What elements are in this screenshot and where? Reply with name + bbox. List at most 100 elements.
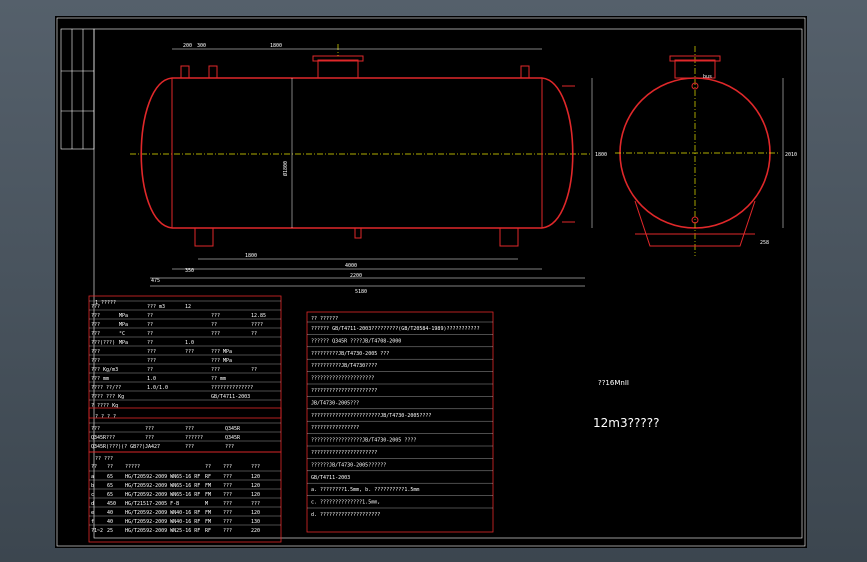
requirement-row: ?????? Q345R ????JB/T4708-2000 bbox=[311, 338, 401, 344]
table-cell: 450 bbox=[107, 501, 116, 507]
table-cell: ??? bbox=[91, 358, 100, 364]
table-header-cell: ?? bbox=[107, 464, 113, 470]
table-cell: 25 bbox=[107, 528, 113, 534]
table-cell: ?1~2 bbox=[91, 528, 103, 534]
requirement-row: d. ???????????????????? bbox=[311, 512, 380, 518]
requirement-row: ?????? GB/T4711-2003?????????(GB/T20584-… bbox=[311, 326, 480, 332]
table-cell: c bbox=[91, 492, 94, 498]
left-head bbox=[140, 77, 173, 229]
table-cell: 1.0 bbox=[147, 376, 156, 382]
table-cell: Q345R(???)(? GB??) bbox=[91, 444, 145, 450]
requirement-row: GB/T4711-2003 bbox=[311, 475, 350, 481]
table-cell: ??? bbox=[91, 331, 100, 337]
table-cell: HG/T20592-2009 WN65-16 RF bbox=[125, 474, 200, 480]
design-data-table: 1 ????? ?????? m3 12??? MPa????? 12.85??? M… bbox=[88, 295, 282, 543]
dim-bot-1: 1800 bbox=[245, 253, 257, 259]
table-cell: °C bbox=[119, 331, 125, 337]
table-cell: HG/T21517-2005 F-B bbox=[125, 501, 179, 507]
table-cell: 1.0 bbox=[185, 340, 194, 346]
table-cell: RF bbox=[205, 528, 211, 534]
table-cell: 65 bbox=[107, 492, 113, 498]
saddle-left bbox=[194, 227, 214, 247]
requirement-row: ??????????JB/T4730???? bbox=[311, 363, 377, 369]
requirement-row: ?????????????????????? bbox=[311, 388, 377, 394]
table-cell: ???(???) bbox=[91, 340, 115, 346]
table-cell: ??? bbox=[91, 304, 100, 310]
table-cell: 120 bbox=[251, 492, 260, 498]
table-header-cell: ??? bbox=[223, 464, 232, 470]
dim-bot-3: 2200 bbox=[350, 273, 362, 279]
title-main: 12m3????? bbox=[593, 416, 659, 430]
table-cell: ??? MPa bbox=[211, 358, 232, 364]
table-cell: ??? Kg/m3 bbox=[91, 367, 118, 373]
table-cell: ??? bbox=[225, 444, 234, 450]
table-cell: HG/T20592-2009 WN40-16 RF bbox=[125, 519, 200, 525]
dim-bot-4: 5180 bbox=[355, 289, 367, 295]
table-cell: ?? bbox=[147, 340, 153, 346]
drawing-sheet: 200 300 1800 1800 4000 2200 5180 475 350… bbox=[55, 16, 807, 548]
requirement-row: ????????????????????? bbox=[311, 376, 374, 382]
table-cell: HG/T20592-2009 WN25-16 RF bbox=[125, 528, 200, 534]
table-cell: ?? bbox=[211, 322, 217, 328]
table-cell: f bbox=[91, 519, 94, 525]
table-cell: HG/T20592-2009 WN40-16 RF bbox=[125, 510, 200, 516]
table-cell: ?? mm bbox=[211, 376, 226, 382]
requirement-row: c. ??????????????1.5mm, bbox=[311, 500, 380, 506]
section3-title: ?? ??? bbox=[95, 456, 113, 462]
table-cell: e bbox=[91, 510, 94, 516]
table-cell: Q345R bbox=[225, 435, 241, 441]
dim-height: Ø1800 bbox=[282, 161, 289, 176]
requirement-row: ?????????????????JB/T4730-2005 ???? bbox=[311, 438, 416, 444]
dim-bot-2: 4000 bbox=[345, 263, 357, 269]
requirement-row: ?????????JB/T4730-2005 ??? bbox=[311, 351, 389, 357]
requirement-row: ??????JB/T4730-2005?????? bbox=[311, 462, 386, 468]
table-cell: MPa bbox=[119, 340, 128, 346]
table-cell: RF bbox=[205, 474, 211, 480]
requirement-row: ???????????????????????JB/T4730-2005???? bbox=[311, 413, 431, 419]
table-cell: ??? bbox=[223, 501, 232, 507]
table-cell: FM bbox=[205, 492, 211, 498]
dim-right: 1800 bbox=[595, 152, 607, 158]
table-cell: 120 bbox=[251, 474, 260, 480]
requirement-row: ???????????????? bbox=[311, 425, 359, 431]
cad-viewport[interactable]: 200 300 1800 1800 4000 2200 5180 475 350… bbox=[0, 0, 867, 562]
table-cell: ??? bbox=[223, 519, 232, 525]
table-header-cell: ????? bbox=[125, 464, 140, 470]
table-cell: Q345R bbox=[225, 426, 241, 432]
table-cell: HG/T20592-2009 WN65-16 RF bbox=[125, 492, 200, 498]
table-cell: ??? bbox=[223, 510, 232, 516]
side-dim-bottom: 258 bbox=[760, 240, 769, 246]
table-cell: ?? bbox=[147, 313, 153, 319]
table-cell: ?????? bbox=[185, 435, 203, 441]
table-cell: HG/T20592-2009 WN65-16 RF bbox=[125, 483, 200, 489]
dim-left: 475 bbox=[151, 278, 160, 284]
nozzle-bottom bbox=[354, 227, 362, 239]
nozzle-c bbox=[208, 65, 218, 79]
table-cell: ?? bbox=[147, 331, 153, 337]
left-strip bbox=[60, 28, 95, 150]
table-cell: ??? bbox=[223, 474, 232, 480]
table-cell: 120 bbox=[251, 510, 260, 516]
nozzle-b bbox=[180, 65, 190, 79]
table-cell: 40 bbox=[107, 510, 113, 516]
table-cell: FM bbox=[205, 483, 211, 489]
table-cell: ??? bbox=[223, 492, 232, 498]
table-cell: ??? bbox=[185, 349, 194, 355]
table-cell: ???? ??/?? bbox=[91, 385, 121, 391]
table-cell: ???? bbox=[251, 322, 263, 328]
side-dim-right: 2010 bbox=[785, 152, 797, 158]
table-cell: a bbox=[91, 474, 94, 480]
table-cell: ??? mm bbox=[91, 376, 109, 382]
table-cell: ??? bbox=[145, 435, 154, 441]
table-cell: 12 bbox=[185, 304, 191, 310]
table-cell: ??? bbox=[211, 331, 220, 337]
side-tag: bus bbox=[703, 74, 712, 80]
table-cell: 65 bbox=[107, 474, 113, 480]
table-cell: 65 bbox=[107, 483, 113, 489]
table-cell: Q345R??? bbox=[91, 435, 115, 441]
table-cell: 12.85 bbox=[251, 313, 266, 319]
table-cell: ??? MPa bbox=[211, 349, 232, 355]
table-cell: 120 bbox=[251, 483, 260, 489]
table-cell: d bbox=[91, 501, 94, 507]
right-head bbox=[541, 77, 574, 229]
